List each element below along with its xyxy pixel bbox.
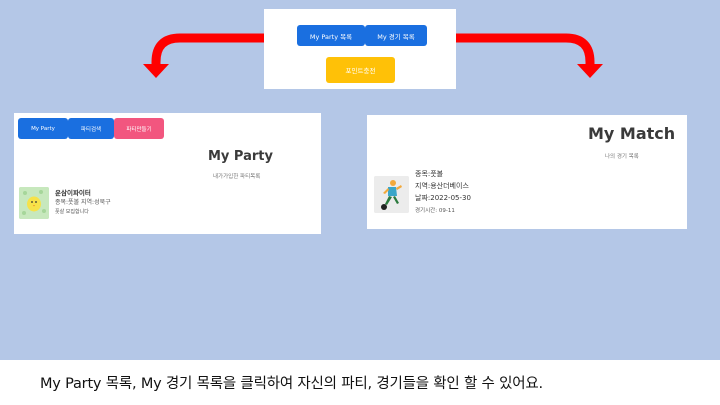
my-party-list-button[interactable]: My Party 목록 [297,25,365,46]
point-charge-button[interactable]: 포인트충전 [326,57,395,83]
tab-my-party[interactable]: My Party [18,118,68,139]
page-title: My Party [208,149,273,164]
party-name: 운삼이파이터 [55,189,91,197]
page-subtitle: 나의 경기 목록 [605,154,639,160]
page-subtitle: 내가가입한 파티목록 [213,174,261,180]
party-status: 풋살 모집합니다 [55,209,89,215]
tab-create-party[interactable]: 파티만들기 [114,118,164,139]
match-region: 지역:용산더베이스 [415,182,469,190]
match-date: 날짜:2022-05-30 [415,194,471,202]
top-menu-panel: My Party 목록 My 경기 목록 포인트충전 [264,9,456,89]
my-match-list-button[interactable]: My 경기 목록 [365,25,427,46]
party-thumbnail [19,187,49,219]
page-title: My Match [588,124,676,143]
my-match-panel: My Match 나의 경기 목록 종목:풋볼 지역:용산더베이스 날짜:202… [367,115,687,229]
caption-text: My Party 목록, My 경기 목록을 클릭하여 자신의 파티, 경기들을… [40,376,543,392]
tab-party-search[interactable]: 파티검색 [68,118,114,139]
soccer-player-icon [374,176,409,213]
match-time: 경기시간: 09-11 [415,208,455,214]
my-party-panel: My Party 파티검색 파티만들기 My Party 내가가입한 파티목록 … [14,113,321,234]
match-sport: 종목:풋볼 [415,170,444,178]
right-arrow [440,33,603,78]
party-info: 종목:풋볼 지역:성북구 [55,199,111,206]
